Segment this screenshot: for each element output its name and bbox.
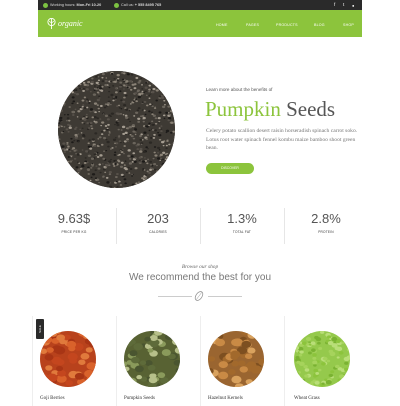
product-name[interactable]: Pumpkin Seeds xyxy=(124,396,155,401)
stat-divider xyxy=(200,208,201,244)
stat-label: CALORIES xyxy=(149,230,167,234)
nav-products[interactable]: PRODUCTS xyxy=(276,23,298,27)
phone-icon xyxy=(114,2,119,8)
hero-kicker: Learn more about the benefits of xyxy=(206,87,273,92)
clock-icon xyxy=(43,2,48,8)
hero-title: Pumpkin Seeds xyxy=(205,97,335,122)
stat-calories: 203 CALORIES xyxy=(118,211,198,234)
sale-badge-label: SALE xyxy=(38,325,42,333)
stat-divider xyxy=(116,208,117,244)
goji-berries-image[interactable] xyxy=(40,331,96,387)
product-name[interactable]: Hazelnut Kernels xyxy=(208,396,243,401)
browse-title: We recommend the best for you xyxy=(128,272,272,283)
working-hours: Working hours: Mon-Fri 10-20 xyxy=(50,3,102,7)
facebook-icon[interactable]: f xyxy=(334,2,335,7)
nav-pages[interactable]: PAGES xyxy=(246,23,259,27)
stat-value: 9.63$ xyxy=(57,211,91,226)
stat-protein: 2.8% PROTEIN xyxy=(286,211,366,234)
stat-value: 203 xyxy=(147,211,169,226)
seed-ornament-icon xyxy=(194,291,204,301)
stat-fat: 1.3% TOTAL FAT xyxy=(202,211,282,234)
hero-title-accent: Pumpkin xyxy=(205,97,281,121)
product-name[interactable]: Goji Berries xyxy=(40,396,65,401)
chia-seeds-image xyxy=(58,71,175,188)
hero-description: Celery potato scallion desert raisin hor… xyxy=(206,128,358,152)
discover-button[interactable]: DISCOVER xyxy=(206,163,254,174)
pumpkin-seeds-image[interactable] xyxy=(124,331,180,387)
stat-value: 1.3% xyxy=(227,211,257,226)
hero-title-rest: Seeds xyxy=(286,97,336,121)
ornament-line xyxy=(208,296,242,297)
browse-kicker: Browse our shop xyxy=(181,264,219,270)
ornament-line xyxy=(158,296,192,297)
nav-blog[interactable]: BLOG xyxy=(314,23,325,27)
brand-name[interactable]: organic xyxy=(58,19,83,28)
stat-label: TOTAL FAT xyxy=(232,230,252,234)
stat-label: PRICE PER KG xyxy=(61,230,87,234)
top-bar: Working hours: Mon-Fri 10-20 Call us: + … xyxy=(38,0,362,10)
twitter-icon[interactable]: t xyxy=(343,2,344,7)
stat-divider xyxy=(284,208,285,244)
product-name[interactable]: Wheat Grass xyxy=(294,396,320,401)
instagram-icon[interactable]: ● xyxy=(352,3,354,8)
stat-label: PROTEIN xyxy=(318,230,334,234)
leaf-logo-icon[interactable] xyxy=(46,18,57,30)
call-us: Call us: + 555 8495 765 xyxy=(121,3,162,7)
nav-home[interactable]: HOME xyxy=(216,23,228,27)
wheat-grass-image[interactable] xyxy=(294,331,350,387)
hazelnuts-image[interactable] xyxy=(208,331,264,387)
sale-badge: SALE xyxy=(36,319,44,339)
main-navbar: organic HOME PAGES PRODUCTS BLOG SHOP xyxy=(38,10,362,37)
nav-shop[interactable]: SHOP xyxy=(343,23,354,27)
stat-price: 9.63$ PRICE PER KG xyxy=(34,211,114,234)
stat-value: 2.8% xyxy=(311,211,341,226)
